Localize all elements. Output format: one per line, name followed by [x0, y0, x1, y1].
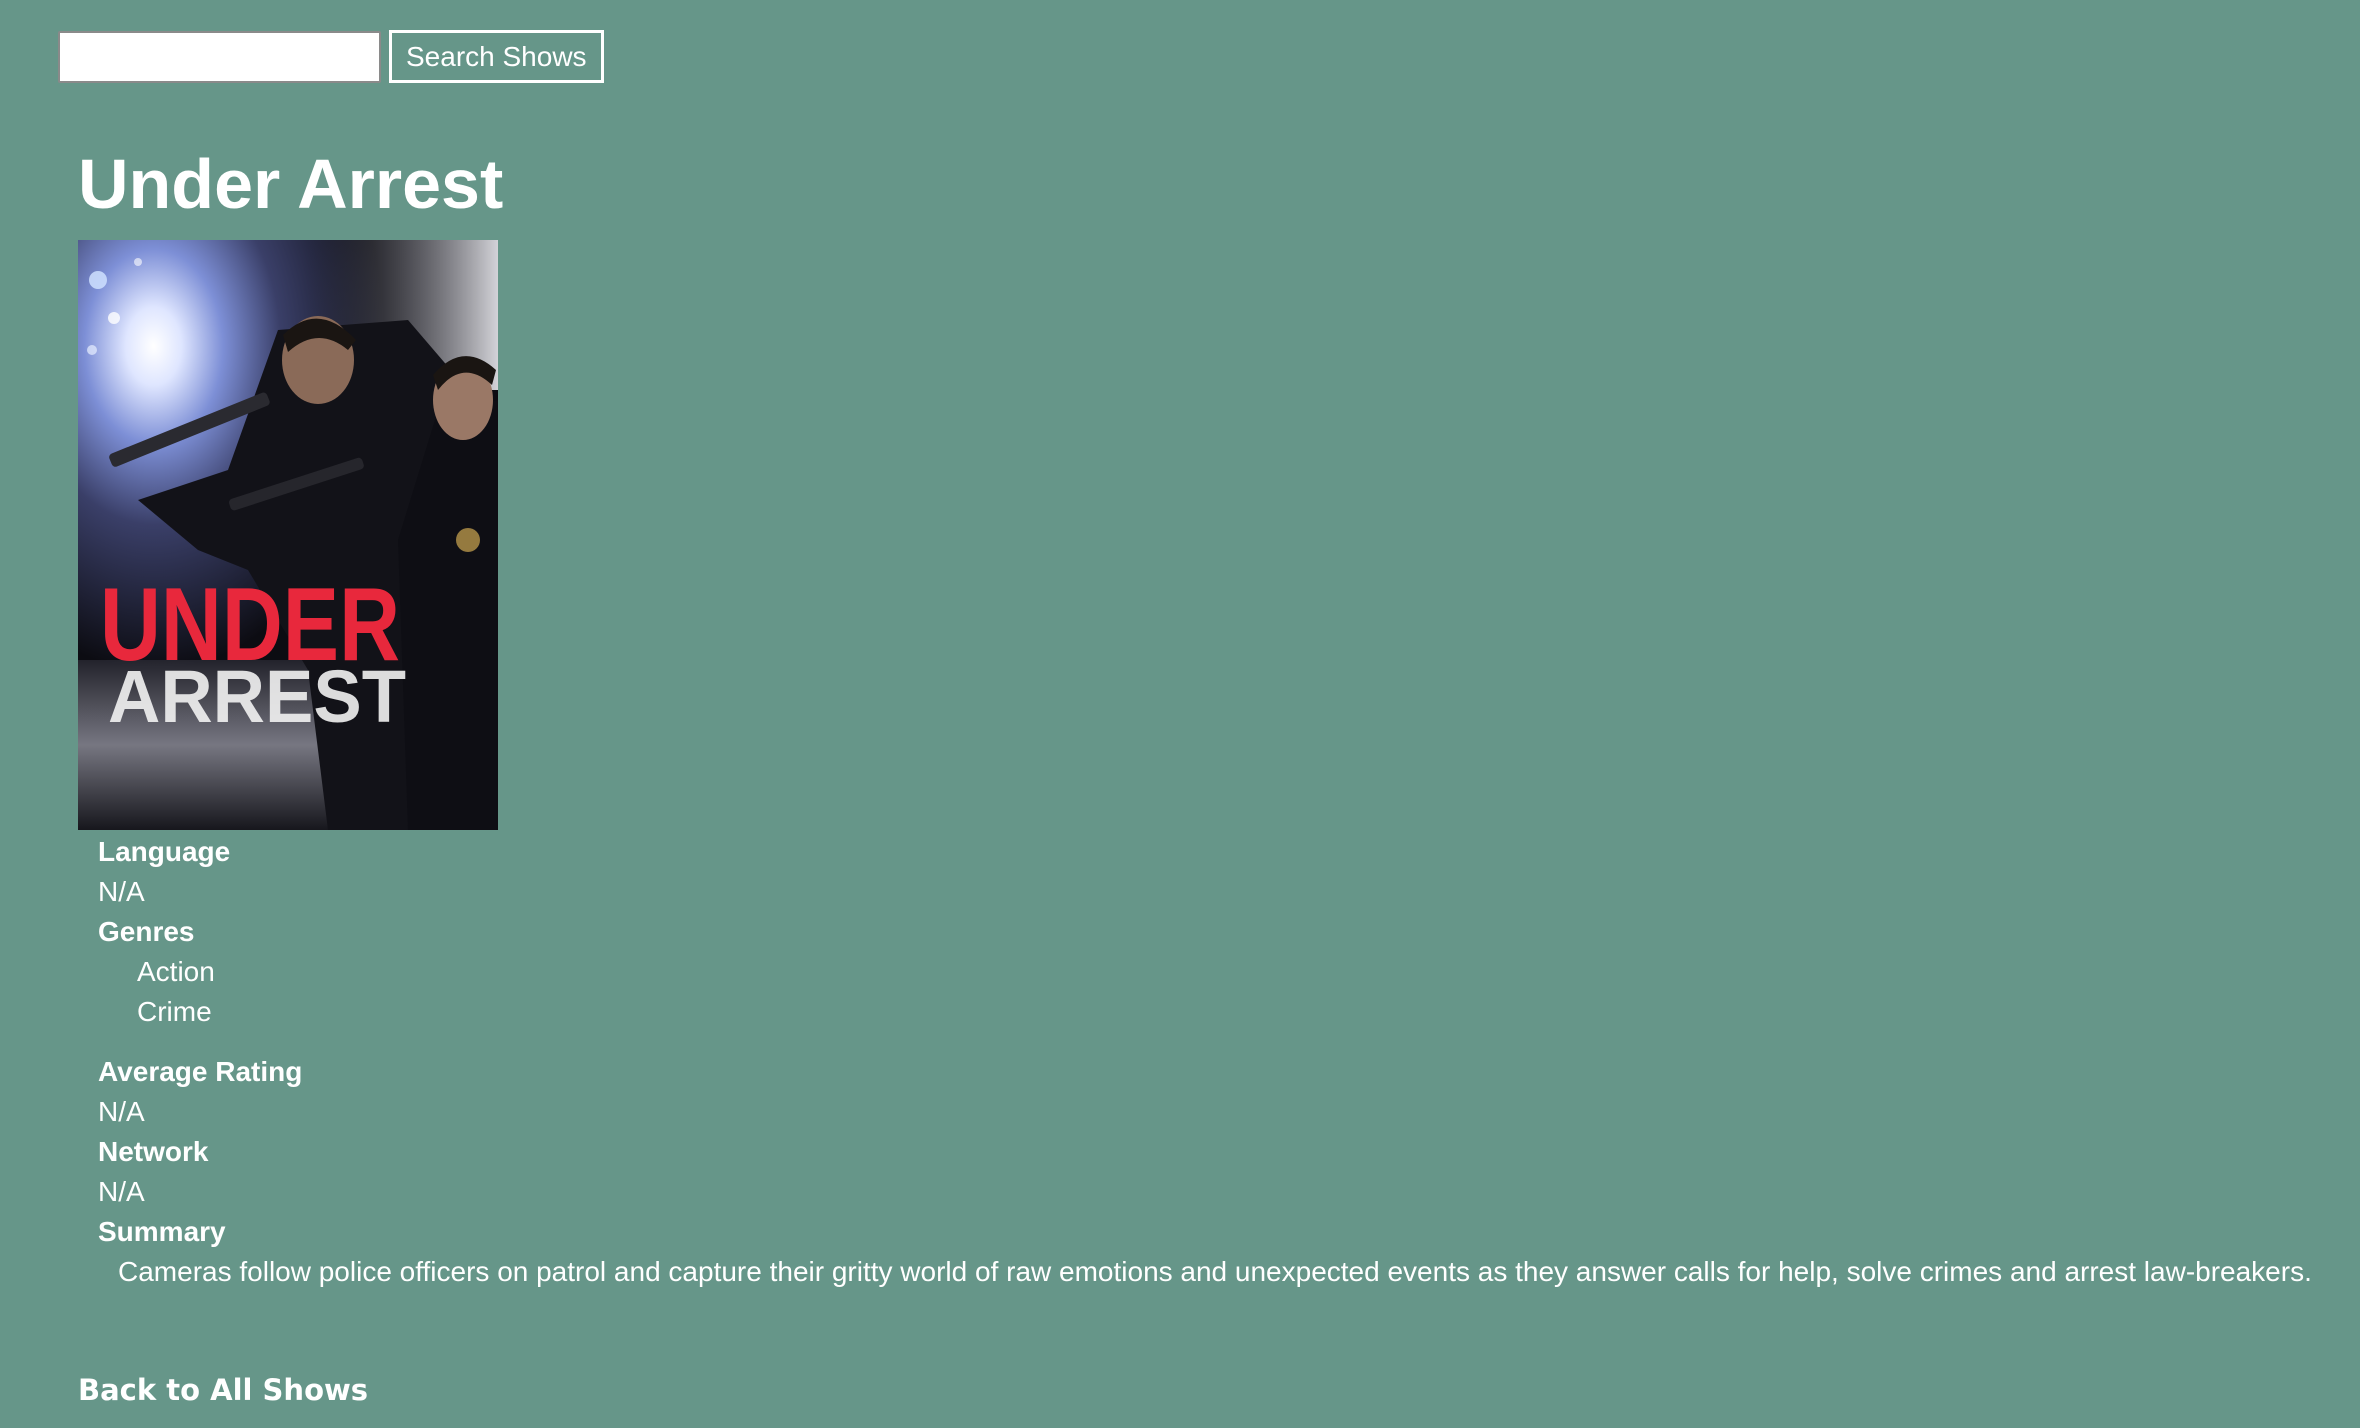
show-title: Under Arrest — [78, 145, 504, 223]
network-label: Network — [98, 1136, 209, 1167]
average-rating-label: Average Rating — [98, 1056, 303, 1087]
svg-text:ARREST: ARREST — [108, 655, 406, 738]
show-details: Language N/A Genres Action Crime Average… — [98, 832, 2348, 1292]
summary-text: Cameras follow police officers on patrol… — [118, 1256, 2312, 1287]
search-bar: Search Shows — [58, 30, 604, 83]
back-to-all-shows-link[interactable]: Back to All Shows — [78, 1370, 368, 1410]
genre-list: Action Crime — [98, 952, 2348, 1032]
genres-label: Genres — [98, 916, 195, 947]
search-shows-button[interactable]: Search Shows — [389, 30, 604, 83]
summary-label: Summary — [98, 1216, 226, 1247]
genre-item: Action — [137, 956, 215, 987]
language-value: N/A — [98, 876, 145, 907]
network-value: N/A — [98, 1176, 145, 1207]
average-rating-value: N/A — [98, 1096, 145, 1127]
genre-item: Crime — [137, 996, 212, 1027]
search-input[interactable] — [58, 30, 381, 83]
language-label: Language — [98, 836, 231, 867]
show-poster-image: UNDER ARREST — [78, 240, 498, 830]
